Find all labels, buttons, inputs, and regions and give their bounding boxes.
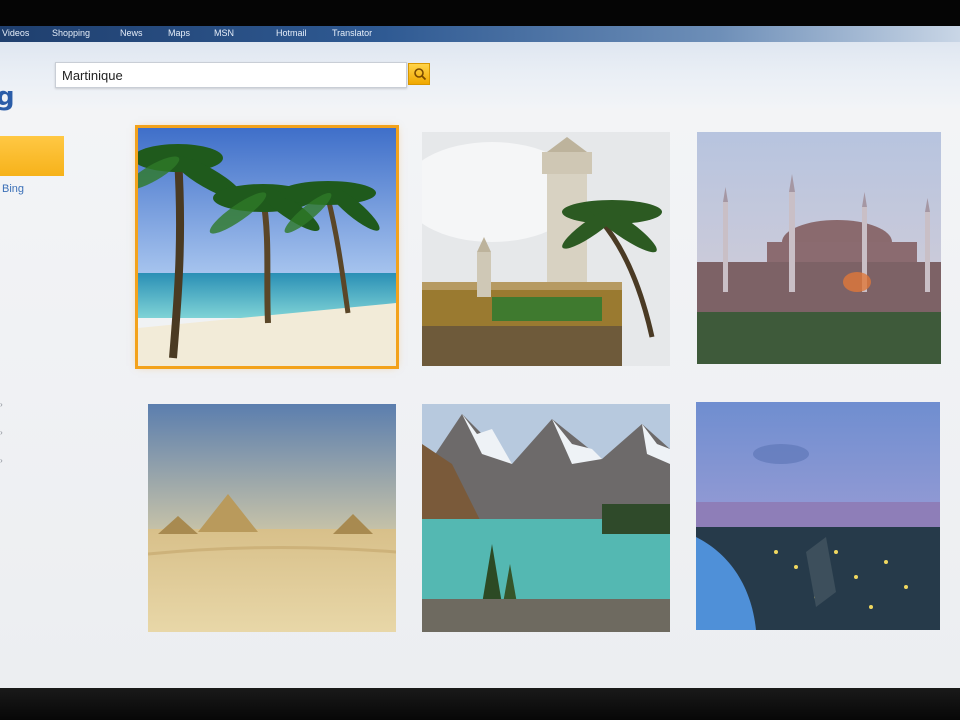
sidebar-bing-link[interactable]: Bing bbox=[2, 183, 24, 195]
mountain-lake-image bbox=[422, 404, 670, 632]
sidebar-faint-item-2[interactable]: › bbox=[0, 428, 3, 437]
image-thumb-mountain-lake[interactable] bbox=[422, 404, 670, 632]
nav-msn[interactable]: MSN bbox=[214, 28, 234, 38]
image-thumb-beach[interactable] bbox=[135, 125, 399, 369]
screen-bottom-bezel bbox=[0, 688, 960, 720]
istanbul-skyline-image bbox=[697, 132, 941, 364]
screen-top-bezel bbox=[0, 0, 960, 26]
nav-maps[interactable]: Maps bbox=[168, 28, 190, 38]
sidebar-selected-item[interactable] bbox=[0, 136, 64, 176]
bing-logo-icon[interactable]: g bbox=[0, 82, 15, 112]
search-button[interactable] bbox=[408, 63, 430, 85]
image-thumb-pyramids[interactable] bbox=[148, 404, 396, 632]
sidebar-faint-item-3[interactable]: › bbox=[0, 456, 3, 465]
nav-videos[interactable]: Videos bbox=[2, 28, 29, 38]
city-night-bay-image bbox=[696, 402, 940, 630]
nav-translator[interactable]: Translator bbox=[332, 28, 372, 38]
mosque-palm-tree-image bbox=[422, 132, 670, 366]
search-header: Videos Shopping News Maps MSN Hotmail Tr… bbox=[0, 26, 960, 112]
desert-pyramids-image bbox=[148, 404, 396, 632]
nav-shopping[interactable]: Shopping bbox=[52, 28, 90, 38]
beach-palm-trees-image bbox=[138, 128, 396, 366]
nav-hotmail[interactable]: Hotmail bbox=[276, 28, 307, 38]
magnifier-icon bbox=[414, 68, 427, 81]
nav-news[interactable]: News bbox=[120, 28, 143, 38]
search-input[interactable] bbox=[62, 66, 392, 84]
image-thumb-mosque[interactable] bbox=[422, 132, 670, 366]
browser-screen: Videos Shopping News Maps MSN Hotmail Tr… bbox=[0, 26, 960, 688]
sidebar-faint-item-1[interactable]: › bbox=[0, 400, 3, 409]
top-navigation-bar: Videos Shopping News Maps MSN Hotmail Tr… bbox=[0, 26, 960, 42]
image-thumb-city-night[interactable] bbox=[696, 402, 940, 630]
search-box[interactable] bbox=[55, 62, 407, 88]
image-thumb-istanbul[interactable] bbox=[697, 132, 941, 364]
